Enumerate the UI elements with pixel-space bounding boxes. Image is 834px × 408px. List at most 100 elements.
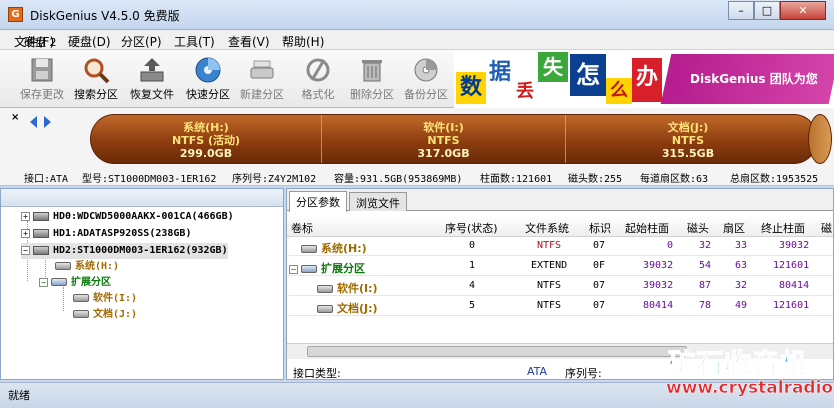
- info-interface: 接口:ATA: [24, 174, 69, 185]
- banner-brand-text: DiskGenius 团队为您: [690, 72, 818, 86]
- promo-banner[interactable]: 数 据 丢 失 怎 么 办 DiskGenius 团队为您: [454, 50, 834, 108]
- partition-name: 文档(J:): [667, 121, 709, 134]
- tree-disk-label: HD0:WDCWD5000AAKX-001CA(466GB): [53, 211, 234, 222]
- tree-extended-partition[interactable]: − 扩展分区: [39, 275, 111, 291]
- table-row[interactable]: 系统(H:) 0 NTFS 07 0 32 33 39032: [287, 237, 833, 256]
- row-head: 87: [699, 280, 712, 291]
- menu-view[interactable]: 查看(V): [228, 33, 270, 50]
- diskgenius-app-icon: G: [8, 7, 23, 22]
- row-start-cylinder: 80414: [643, 300, 674, 311]
- collapse-minus-icon[interactable]: −: [39, 277, 48, 287]
- tree-partition-software[interactable]: 软件(I:): [73, 291, 137, 307]
- col-head[interactable]: 磁头: [687, 220, 709, 236]
- delete-partition-label: 删除分区: [350, 88, 394, 101]
- partition-block-system[interactable]: 系统(H:) NTFS (活动) 299.0GB: [91, 115, 321, 163]
- collapse-minus-icon[interactable]: −: [21, 245, 30, 255]
- partition-name: 软件(I:): [423, 121, 464, 134]
- tree-disk-hd2[interactable]: − HD2:ST1000DM003-1ER162(932GB): [21, 243, 228, 259]
- quick-partition-disc-icon: [195, 57, 221, 83]
- floppy-disk-icon: [31, 58, 53, 82]
- horizontal-scrollbar[interactable]: [287, 343, 833, 359]
- close-map-icon[interactable]: ×: [11, 112, 19, 123]
- table-row[interactable]: − 扩展分区 1 EXTEND 0F 39032 54 63 121601: [287, 257, 833, 276]
- menu-partition[interactable]: 分区(P): [121, 33, 162, 50]
- tree-partition-documents[interactable]: 文档(J:): [73, 307, 137, 323]
- partition-table-header: 卷标 序号(状态) 文件系统 标识 起始柱面 磁头 扇区 终止柱面 磁: [287, 215, 833, 237]
- scrollbar-thumb[interactable]: [307, 346, 687, 357]
- maximize-button[interactable]: □: [754, 1, 780, 20]
- row-head: 32: [699, 240, 712, 251]
- format-button[interactable]: 格式化: [292, 52, 344, 106]
- row-index: 5: [469, 300, 476, 311]
- col-filesystem[interactable]: 文件系统: [525, 220, 569, 236]
- col-end-cylinder[interactable]: 终止柱面: [761, 220, 805, 236]
- tab-partition-params[interactable]: 分区参数: [289, 191, 347, 212]
- disk-info-bar: 接口:ATA 型号:ST1000DM003-1ER162 序列号:Z4Y2M10…: [0, 166, 834, 186]
- tree-partition-label: 扩展分区: [71, 277, 111, 288]
- partition-icon: [55, 262, 71, 270]
- save-changes-button[interactable]: 保存更改: [16, 52, 68, 106]
- tree-partition-system[interactable]: 系统(H:): [55, 259, 119, 275]
- info-model: 型号:ST1000DM003-1ER162: [82, 174, 217, 185]
- info-capacity: 容量:931.5GB(953869MB): [334, 174, 463, 185]
- row-end-cylinder: 121601: [773, 300, 810, 311]
- col-start-cylinder[interactable]: 起始柱面: [625, 220, 669, 236]
- extended-partition-icon: [301, 265, 317, 273]
- partition-block-documents[interactable]: 文档(J:) NTFS 315.5GB: [566, 115, 810, 163]
- extended-partition-icon: [51, 278, 67, 286]
- partition-size: 317.0GB: [417, 147, 470, 160]
- row-sector: 33: [735, 240, 748, 251]
- close-button[interactable]: ✕: [780, 1, 826, 20]
- banner-tile: 数: [456, 72, 486, 104]
- format-slash-icon: [306, 58, 330, 82]
- hard-disk-icon: [33, 228, 49, 238]
- banner-tile: 怎: [570, 54, 606, 96]
- partition-bar[interactable]: 系统(H:) NTFS (活动) 299.0GB 软件(I:) NTFS 317…: [90, 114, 818, 164]
- row-end-cylinder: 121601: [773, 260, 810, 271]
- tree-partition-label: 文档(J:): [93, 309, 138, 320]
- delete-partition-button[interactable]: 删除分区: [346, 52, 398, 106]
- col-sector[interactable]: 扇区: [723, 220, 745, 236]
- minimize-button[interactable]: –: [728, 1, 754, 20]
- partition-icon: [317, 285, 333, 293]
- menu-disk[interactable]: 硬盘(D): [68, 33, 111, 50]
- row-start-cylinder: 0: [667, 240, 674, 251]
- backup-disc-icon: [414, 58, 438, 82]
- interface-type-label: 接口类型:: [293, 367, 341, 380]
- restore-box-icon: [140, 58, 164, 82]
- row-name: 软件(I:): [317, 280, 378, 296]
- search-partition-button[interactable]: 搜索分区: [70, 52, 122, 106]
- table-row[interactable]: 软件(I:) 4 NTFS 07 39032 87 32 80414: [287, 277, 833, 296]
- backup-partition-button[interactable]: 备份分区: [400, 52, 452, 106]
- tab-browse-files[interactable]: 浏览文件: [349, 192, 407, 211]
- row-head: 78: [699, 300, 712, 311]
- tree-disk-hd0[interactable]: + HD0:WDCWD5000AAKX-001CA(466GB): [21, 209, 234, 225]
- row-end-cylinder: 80414: [779, 280, 810, 291]
- banner-tile: 么: [606, 78, 632, 104]
- menu-help[interactable]: 帮助(H): [282, 33, 324, 50]
- next-disk-arrow-icon[interactable]: [44, 116, 51, 128]
- expand-plus-icon[interactable]: +: [21, 211, 30, 221]
- partition-block-software[interactable]: 软件(I:) NTFS 317.0GB: [322, 115, 565, 163]
- status-text: 就绪: [8, 389, 30, 402]
- col-more[interactable]: 磁: [821, 220, 832, 236]
- row-head: 54: [699, 260, 712, 271]
- menu-tools[interactable]: 工具(T): [174, 33, 215, 50]
- col-volume-label[interactable]: 卷标: [291, 220, 313, 236]
- previous-disk-arrow-icon[interactable]: [30, 116, 37, 128]
- collapse-minus-icon[interactable]: −: [289, 264, 298, 274]
- tree-disk-hd1[interactable]: + HD1:ADATASP920SS(238GB): [21, 226, 191, 242]
- save-changes-label: 保存更改: [20, 88, 64, 101]
- table-row[interactable]: 文档(J:) 5 NTFS 07 80414 78 49 121601: [287, 297, 833, 316]
- expand-plus-icon[interactable]: +: [21, 228, 30, 238]
- detail-tabs: 分区参数 浏览文件: [287, 189, 833, 212]
- quick-partition-button[interactable]: 快速分区: [182, 52, 234, 106]
- info-serial: 序列号:Z4Y2M102: [232, 174, 317, 185]
- col-id[interactable]: 标识: [589, 220, 611, 236]
- row-sector: 49: [735, 300, 748, 311]
- col-index-status[interactable]: 序号(状态): [445, 220, 498, 236]
- new-partition-button[interactable]: 新建分区: [236, 52, 288, 106]
- restore-files-button[interactable]: 恢复文件: [126, 52, 178, 106]
- partition-bar-end-cap: [808, 114, 832, 164]
- banner-tile: 办: [632, 58, 662, 102]
